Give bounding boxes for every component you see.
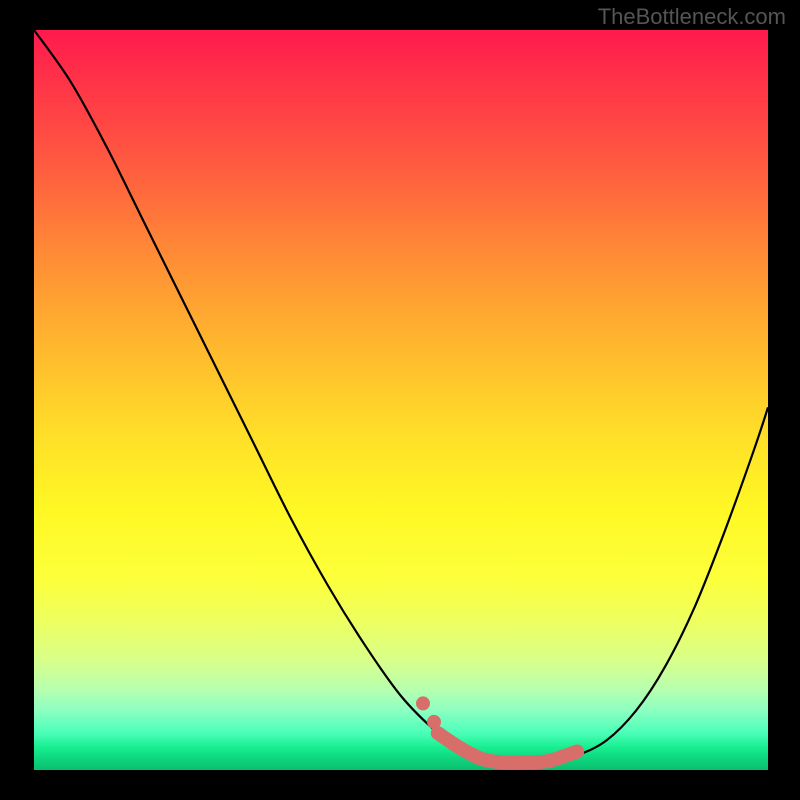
- chart-svg: [34, 30, 768, 770]
- watermark-text: TheBottleneck.com: [598, 4, 786, 30]
- optimal-zone-marker-dots: [416, 696, 441, 729]
- chart-plot-area: [34, 30, 768, 770]
- optimal-zone-marker-line: [438, 733, 578, 763]
- marker-dot: [427, 715, 441, 729]
- marker-dot: [416, 696, 430, 710]
- bottleneck-curve-line: [34, 30, 768, 763]
